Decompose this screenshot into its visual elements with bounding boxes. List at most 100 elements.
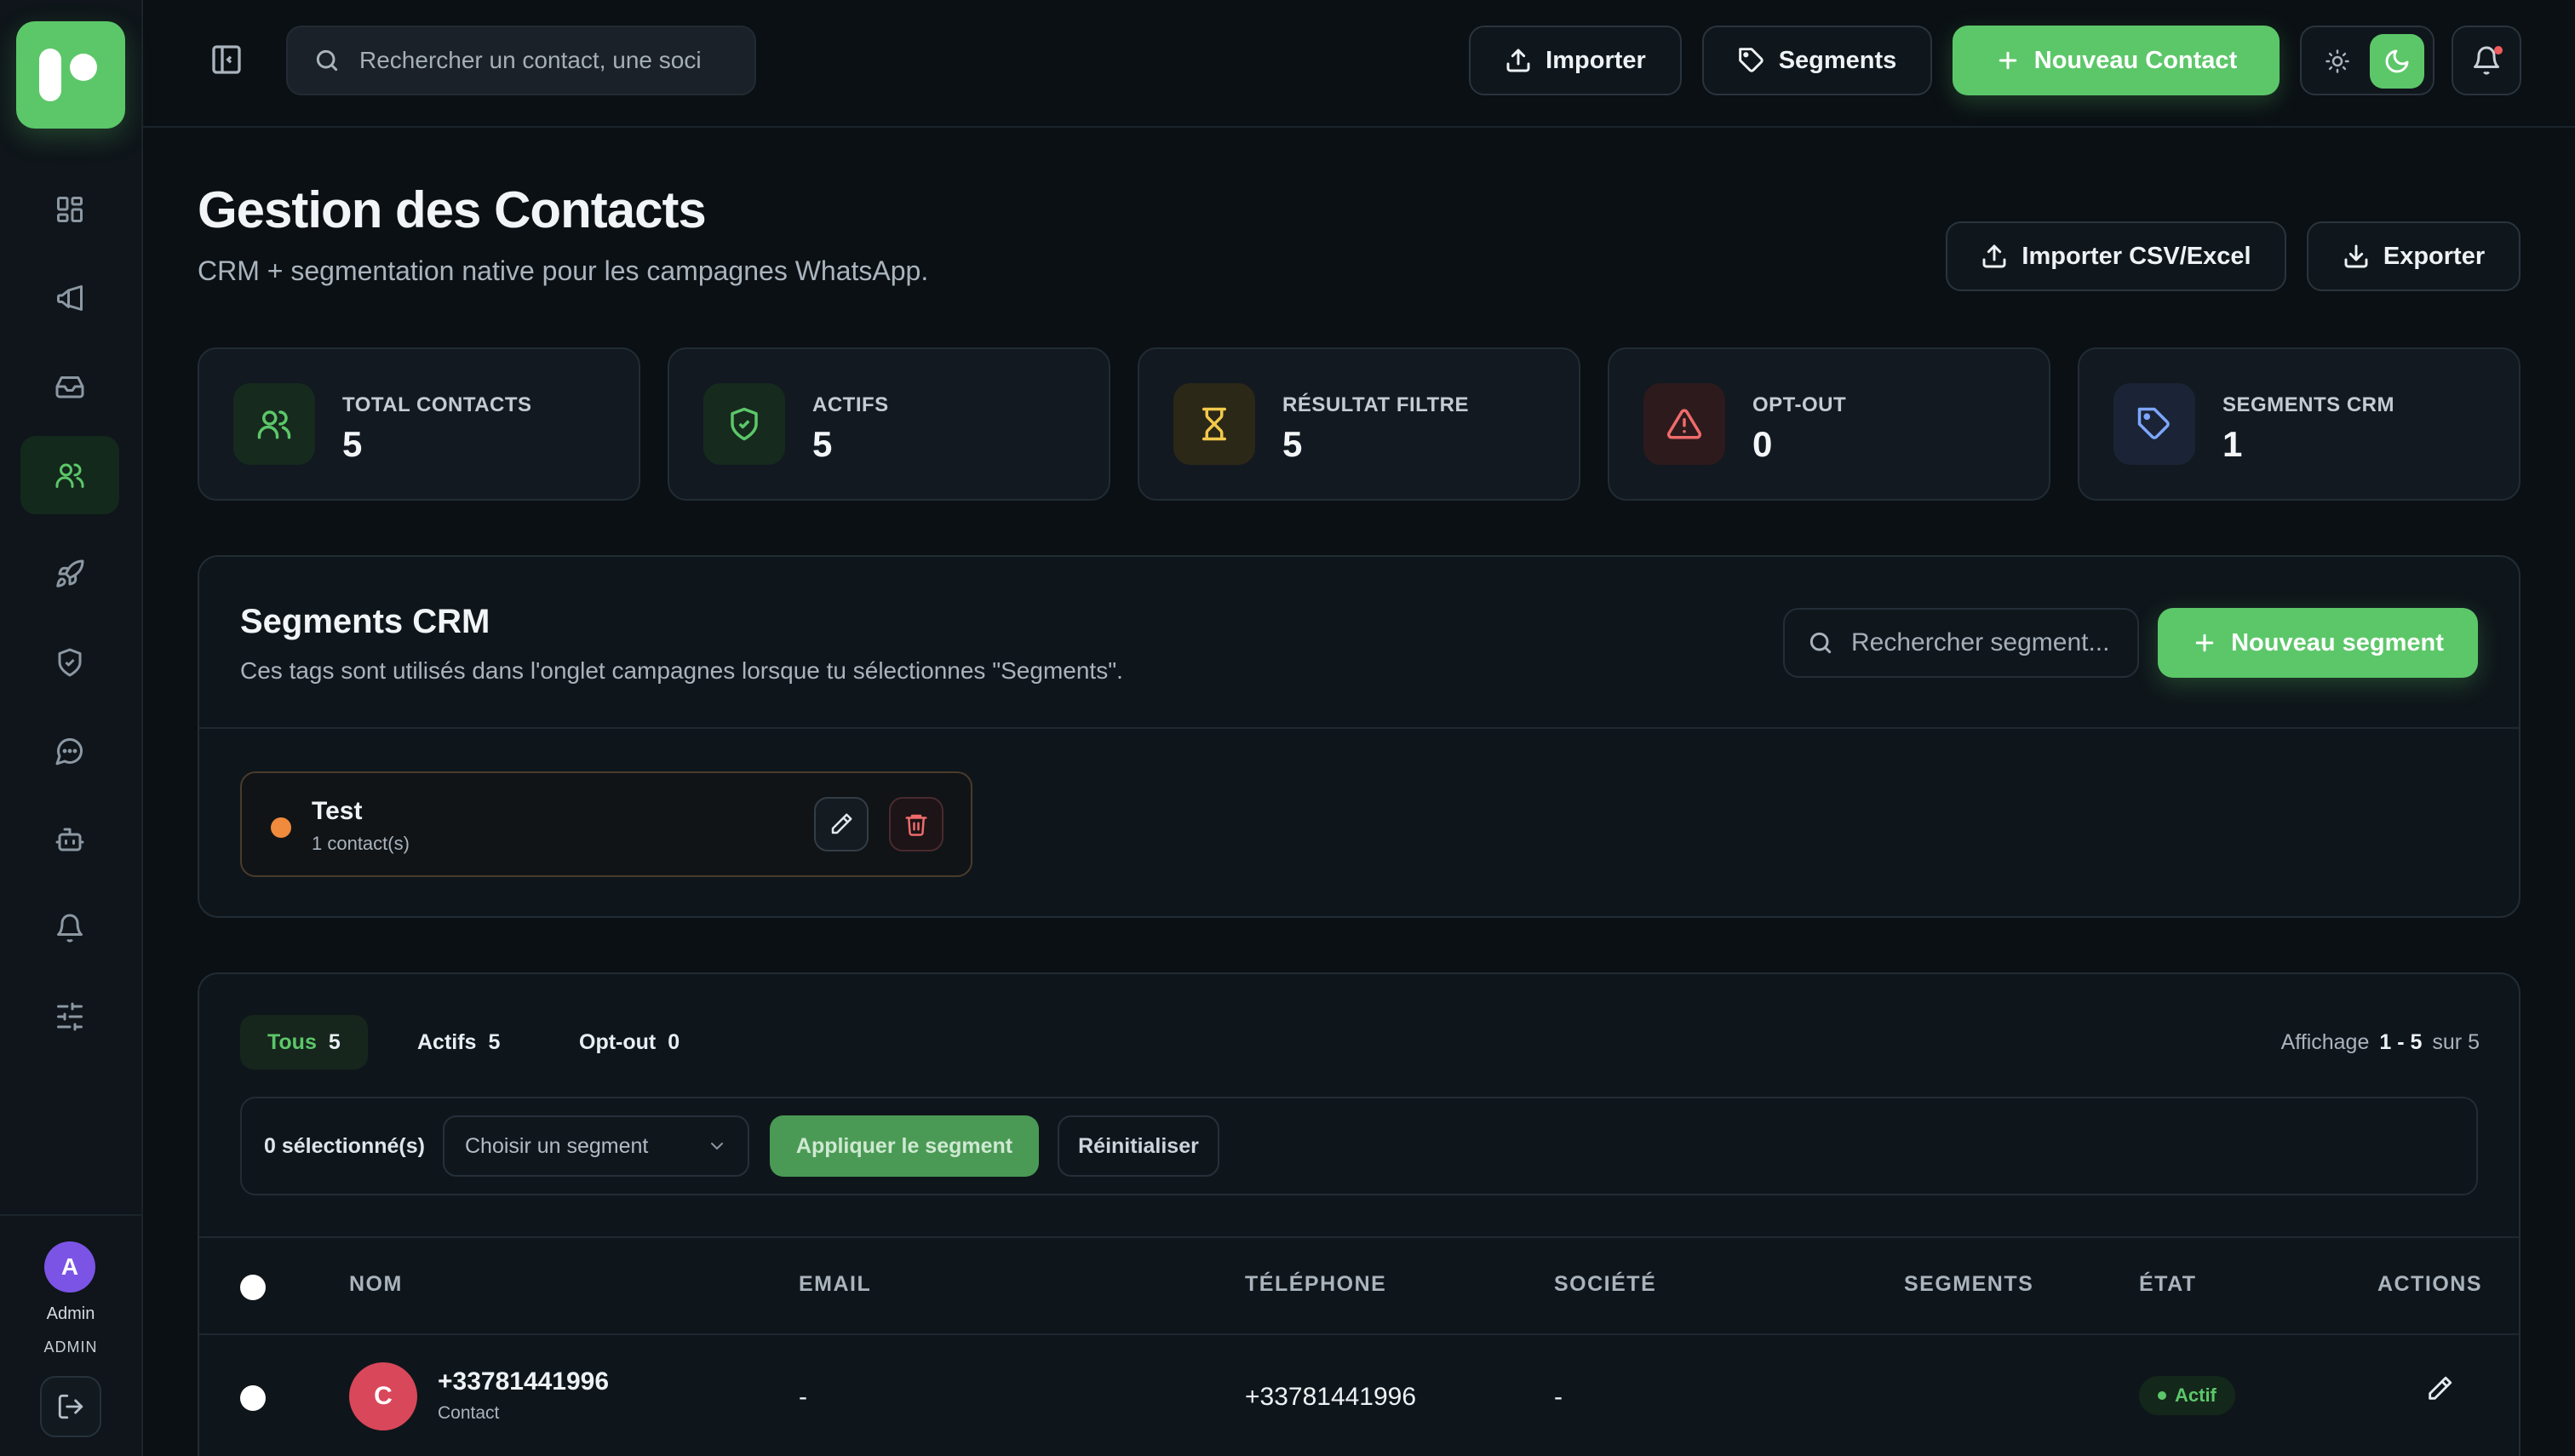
plus-icon <box>1995 48 2021 73</box>
user-role: ADMIN <box>43 1338 98 1356</box>
tab-label: Opt-out <box>579 1029 657 1054</box>
page-subtitle: CRM + segmentation native pour les campa… <box>198 255 929 286</box>
sidebar-item-notifications[interactable] <box>20 889 119 967</box>
pencil-icon <box>2425 1374 2454 1403</box>
delete-segment-button[interactable] <box>889 797 943 851</box>
column-header-status[interactable]: ÉTAT <box>2139 1272 2197 1297</box>
tab-count: 5 <box>488 1029 501 1054</box>
segments-description: Ces tags sont utilisés dans l'onglet cam… <box>240 657 1123 684</box>
sidebar-item-messages[interactable] <box>20 712 119 790</box>
stat-label: OPT-OUT <box>1752 393 1847 416</box>
edit-segment-button[interactable] <box>814 797 869 851</box>
sidebar-item-settings[interactable] <box>20 977 119 1056</box>
new-contact-label: Nouveau Contact <box>2033 46 2238 74</box>
trash-icon <box>903 811 929 837</box>
column-header-email[interactable]: EMAIL <box>799 1272 871 1297</box>
sliders-icon <box>54 1001 85 1032</box>
bulk-actions-bar: 0 sélectionné(s) Choisir un segment Appl… <box>240 1097 2478 1195</box>
dark-mode-button[interactable] <box>2370 34 2424 89</box>
logo-icon <box>39 49 97 101</box>
stat-label: RÉSULTAT FILTRE <box>1282 393 1470 416</box>
column-header-phone[interactable]: TÉLÉPHONE <box>1245 1272 1386 1297</box>
contact-name[interactable]: +33781441996 <box>438 1367 609 1396</box>
divider <box>199 1236 2519 1238</box>
column-header-company[interactable]: SOCIÉTÉ <box>1554 1272 1656 1297</box>
pagination-range: 1 - 5 <box>2379 1030 2423 1054</box>
sidebar-item-campaigns[interactable] <box>20 259 119 337</box>
import-csv-label: Importer CSV/Excel <box>2022 242 2251 270</box>
tab-count: 0 <box>668 1029 680 1054</box>
light-mode-button[interactable] <box>2317 41 2358 82</box>
edit-contact-button[interactable] <box>2425 1374 2454 1403</box>
export-button[interactable]: Exporter <box>2307 221 2521 291</box>
segments-panel: Segments CRM Ces tags sont utilisés dans… <box>198 555 2521 918</box>
segment-select[interactable]: Choisir un segment <box>443 1115 749 1177</box>
sidebar-user: A Admin ADMIN <box>0 1214 141 1456</box>
column-header-name[interactable]: NOM <box>349 1272 403 1297</box>
stat-value: 5 <box>1282 424 1303 464</box>
theme-toggle <box>2300 26 2434 95</box>
tab-opt-out[interactable]: Opt-out 0 <box>552 1015 707 1069</box>
divider <box>199 1333 2519 1335</box>
grid-icon <box>54 194 85 225</box>
segments-button[interactable]: Segments <box>1702 26 1932 95</box>
select-all-checkbox[interactable] <box>240 1275 266 1300</box>
contact-email: - <box>799 1383 807 1411</box>
upload-icon <box>1981 243 2008 270</box>
row-checkbox[interactable] <box>240 1385 266 1411</box>
status-label: Actif <box>2175 1384 2217 1406</box>
new-segment-button[interactable]: Nouveau segment <box>2158 608 2478 678</box>
stat-label: SEGMENTS CRM <box>2222 393 2395 416</box>
selected-count: 0 sélectionné(s) <box>264 1134 425 1158</box>
upload-icon <box>1505 47 1532 74</box>
segment-search-input[interactable] <box>1851 628 2124 657</box>
sidebar-item-launch[interactable] <box>20 535 119 613</box>
segment-item[interactable]: Test 1 contact(s) <box>240 771 972 877</box>
pencil-icon <box>829 811 854 837</box>
stat-value: 5 <box>342 424 363 464</box>
apply-segment-button[interactable]: Appliquer le segment <box>770 1115 1039 1177</box>
sun-icon <box>2325 49 2350 74</box>
search-input[interactable] <box>359 47 717 74</box>
stat-card-segments: SEGMENTS CRM 1 <box>2078 347 2521 501</box>
sidebar-item-inbox[interactable] <box>20 347 119 426</box>
tab-label: Tous <box>267 1029 317 1054</box>
segments-title: Segments CRM <box>240 603 490 640</box>
stat-value: 0 <box>1752 424 1773 464</box>
warning-icon <box>1643 383 1725 465</box>
plus-icon <box>2192 630 2217 656</box>
stat-label: TOTAL CONTACTS <box>342 393 532 416</box>
sidebar-item-security[interactable] <box>20 623 119 702</box>
reset-button[interactable]: Réinitialiser <box>1058 1115 1219 1177</box>
avatar[interactable]: A <box>44 1241 95 1293</box>
segment-search[interactable] <box>1783 608 2139 678</box>
column-header-actions: ACTIONS <box>2377 1272 2482 1296</box>
tab-active[interactable]: Actifs 5 <box>390 1015 527 1069</box>
notifications-button[interactable] <box>2452 26 2521 95</box>
sidebar-item-contacts[interactable] <box>20 436 119 514</box>
users-icon <box>54 460 85 490</box>
import-button[interactable]: Importer <box>1469 26 1682 95</box>
segment-color-dot <box>271 817 291 838</box>
sidebar-item-dashboard[interactable] <box>20 170 119 249</box>
sidebar-item-bots[interactable] <box>20 800 119 879</box>
stat-value: 5 <box>812 424 833 464</box>
rocket-icon <box>54 559 85 589</box>
tab-all[interactable]: Tous 5 <box>240 1015 368 1069</box>
status-badge: Actif <box>2139 1376 2235 1415</box>
logout-icon <box>56 1392 85 1421</box>
global-search[interactable] <box>286 26 756 95</box>
tag-icon <box>1738 47 1765 74</box>
sidebar-toggle-icon[interactable] <box>209 43 244 77</box>
new-contact-button[interactable]: Nouveau Contact <box>1953 26 2280 95</box>
import-csv-button[interactable]: Importer CSV/Excel <box>1946 221 2286 291</box>
column-header-segments[interactable]: SEGMENTS <box>1904 1272 2033 1297</box>
notification-dot <box>2494 46 2503 54</box>
bell-icon <box>54 913 85 943</box>
shield-check-icon <box>703 383 785 465</box>
app-logo[interactable] <box>16 21 125 129</box>
logout-button[interactable] <box>40 1376 101 1437</box>
divider <box>199 727 2519 729</box>
stat-value: 1 <box>2222 424 2243 464</box>
search-icon <box>1807 629 1834 656</box>
